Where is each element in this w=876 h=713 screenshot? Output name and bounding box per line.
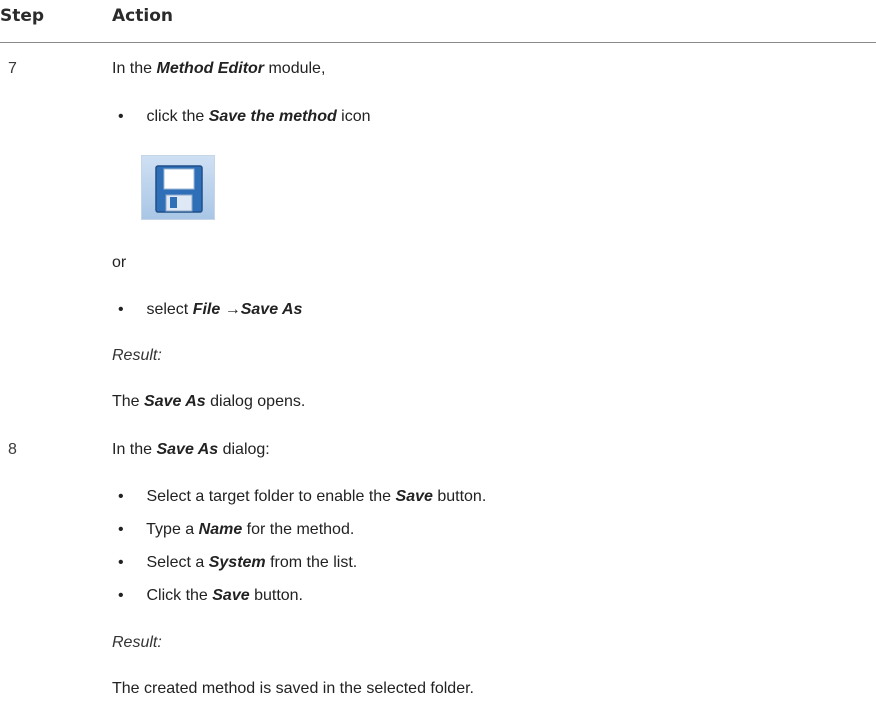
ui-term: Name [198, 521, 243, 538]
or-text: or [112, 254, 127, 271]
list-item: Select a System from the list. [118, 554, 357, 572]
ui-term: Save [395, 488, 433, 505]
menu-term: File [192, 301, 221, 318]
table-header: Step Action [0, 0, 876, 43]
result-text: The created method is saved in the selec… [112, 680, 474, 697]
result-text: The Save As dialog opens. [112, 393, 306, 410]
list-item: Click the Save button. [118, 587, 303, 605]
result-label: Result: [112, 634, 162, 651]
ui-term: Save the method [208, 108, 337, 125]
list-item: Type a Name for the method. [118, 521, 354, 539]
dialog-name: Save As [156, 441, 219, 458]
save-disk-icon [141, 155, 215, 220]
step-number: 8 [8, 441, 17, 458]
step-intro: In the Save As dialog: [112, 441, 270, 458]
menu-term: Save As [240, 301, 303, 318]
list-item: Select a target folder to enable the Sav… [118, 488, 486, 506]
floppy-disk-icon [155, 165, 203, 213]
step-number: 7 [8, 60, 17, 77]
column-header-step: Step [0, 6, 45, 26]
step-intro: In the Method Editor module, [112, 60, 326, 77]
column-header-action: Action [112, 6, 173, 26]
list-item: click the Save the method icon [118, 108, 370, 126]
dialog-name: Save As [144, 393, 206, 410]
list-item: select File →Save As [118, 301, 302, 319]
module-name: Method Editor [156, 60, 265, 77]
ui-term: Save [212, 587, 250, 604]
result-label: Result: [112, 347, 162, 364]
ui-term: System [208, 554, 266, 571]
